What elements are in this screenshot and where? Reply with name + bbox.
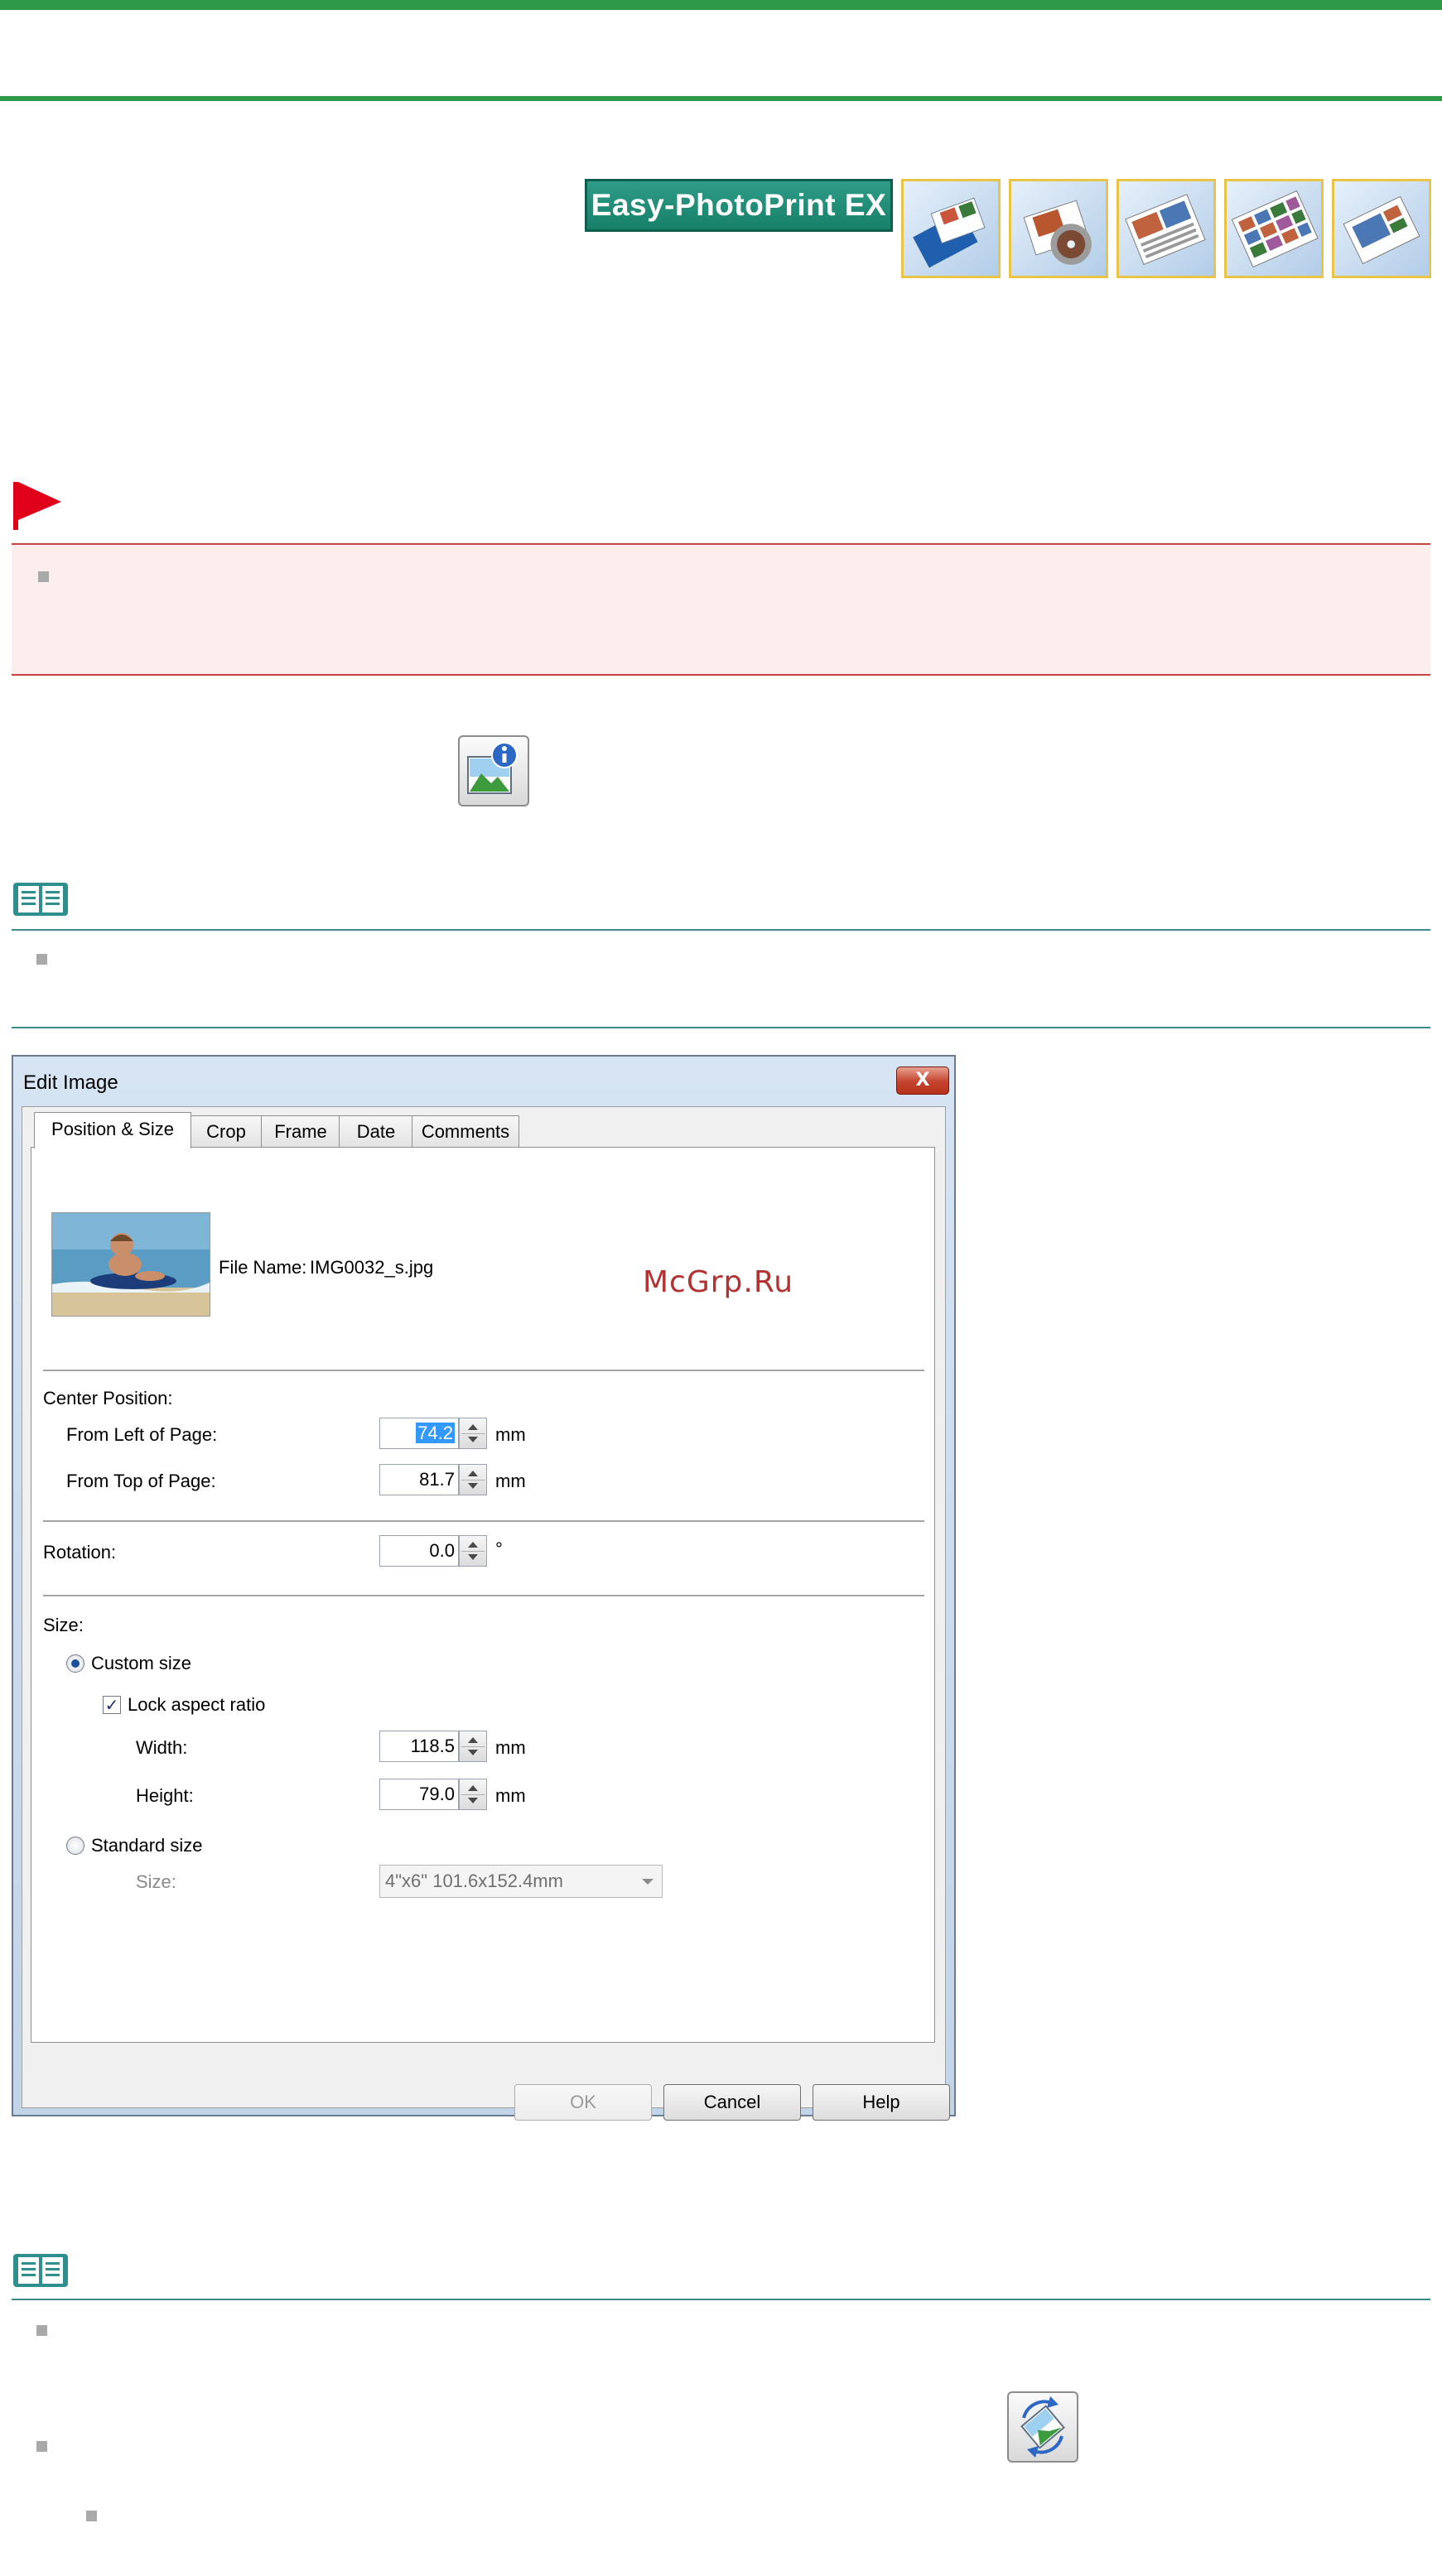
- rotate-icon: [1007, 2391, 1078, 2463]
- stickers-thumbnail: [1224, 179, 1324, 278]
- easy-photoprint-logo: Easy-PhotoPrint EX: [585, 179, 893, 232]
- rotation-spinner[interactable]: [459, 1535, 487, 1567]
- note-rule-bottom: [12, 1027, 1430, 1028]
- custom-size-label: Custom size: [91, 1653, 192, 1673]
- tab-comments[interactable]: Comments: [412, 1115, 519, 1147]
- width-label: Width:: [136, 1737, 188, 1758]
- from-left-input[interactable]: 74.2: [379, 1418, 459, 1449]
- tab-frame[interactable]: Frame: [261, 1115, 340, 1147]
- from-left-spinner[interactable]: [459, 1418, 487, 1449]
- disc-icon: [1023, 200, 1092, 265]
- standard-size-value: 4"x6" 101.6x152.4mm: [385, 1871, 563, 1891]
- note-rule-top: [12, 929, 1430, 931]
- from-top-label: From Top of Page:: [66, 1471, 216, 1491]
- height-input[interactable]: 79.0: [379, 1779, 459, 1810]
- from-top-spinner[interactable]: [459, 1464, 487, 1495]
- position-size-panel: File Name: IMG0032_s.jpg Center Position…: [31, 1147, 935, 2043]
- layout-print-icon: [1343, 195, 1420, 265]
- calendar-thumbnail: [1116, 179, 1216, 278]
- file-name-value: IMG0032_s.jpg: [310, 1257, 434, 1278]
- standard-size-radio[interactable]: [66, 1837, 84, 1855]
- height-value: 79.0: [419, 1784, 455, 1804]
- height-unit: mm: [495, 1785, 526, 1806]
- width-unit: mm: [495, 1737, 526, 1758]
- note2-rule-top: [12, 2299, 1430, 2300]
- tab-date[interactable]: Date: [339, 1115, 413, 1147]
- from-top-unit: mm: [495, 1471, 526, 1491]
- help-button[interactable]: Help: [813, 2084, 950, 2121]
- header-bottom-rule: [0, 96, 1442, 101]
- from-left-label: From Left of Page:: [66, 1424, 218, 1445]
- height-spinner[interactable]: [459, 1779, 487, 1810]
- rotation-input[interactable]: 0.0: [379, 1535, 459, 1567]
- from-top-input[interactable]: 81.7: [379, 1464, 459, 1495]
- height-label: Height:: [136, 1785, 194, 1806]
- watermark: McGrp.Ru: [643, 1265, 794, 1299]
- lock-aspect-checkbox[interactable]: ✓: [103, 1696, 121, 1714]
- dialog-title: Edit Image: [23, 1071, 118, 1094]
- standard-size-label: Standard size: [91, 1835, 203, 1856]
- width-value: 118.5: [410, 1736, 455, 1756]
- image-thumbnail: [51, 1212, 210, 1317]
- disc-label-thumbnail: [1009, 179, 1108, 278]
- cancel-button[interactable]: Cancel: [663, 2084, 801, 2121]
- rotation-unit: °: [495, 1538, 503, 1559]
- layout-print-thumbnail: [1332, 179, 1431, 278]
- separator-2: [43, 1520, 924, 1523]
- tab-position-size[interactable]: Position & Size: [34, 1112, 191, 1148]
- from-left-unit: mm: [495, 1424, 526, 1445]
- important-flag-icon: [13, 482, 61, 530]
- rotation-label: Rotation:: [43, 1542, 117, 1562]
- note-book-icon-2: [13, 2254, 68, 2287]
- rotation-value: 0.0: [429, 1540, 455, 1561]
- width-spinner[interactable]: [459, 1731, 487, 1762]
- close-button[interactable]: X: [896, 1067, 949, 1095]
- note2-sub-bullet: [86, 2511, 97, 2521]
- separator-3: [43, 1595, 924, 1597]
- from-left-value: 74.2: [416, 1423, 455, 1443]
- note-book-icon: [13, 883, 68, 916]
- header-top-rule: [0, 0, 1442, 10]
- important-box: [12, 543, 1430, 676]
- size-heading: Size:: [43, 1615, 84, 1635]
- edit-image-dialog: Edit Image X Position & Size Crop Frame …: [12, 1055, 956, 2121]
- center-position-heading: Center Position:: [43, 1388, 173, 1408]
- file-name-label: File Name:: [219, 1257, 307, 1278]
- note-bullet: [36, 954, 47, 965]
- dialog-body: Position & Size Crop Frame Date Comments: [22, 1106, 950, 2121]
- dropdown-arrow-icon: [642, 1879, 653, 1885]
- album-thumbnail: [901, 179, 1001, 278]
- album-icon: [913, 197, 986, 268]
- separator-1: [43, 1370, 924, 1372]
- width-input[interactable]: 118.5: [379, 1731, 459, 1762]
- from-top-value: 81.7: [419, 1469, 455, 1490]
- lock-aspect-label: Lock aspect ratio: [128, 1694, 266, 1715]
- stickers-icon: [1231, 190, 1319, 268]
- standard-size-select[interactable]: 4"x6" 101.6x152.4mm: [379, 1865, 663, 1898]
- custom-size-radio[interactable]: [66, 1654, 84, 1673]
- ok-button[interactable]: OK: [514, 2084, 652, 2121]
- standard-size-field-label: Size:: [136, 1871, 176, 1892]
- image-info-icon: [458, 735, 529, 807]
- note2-bullet-2: [36, 2441, 47, 2452]
- note2-bullet-1: [36, 2325, 47, 2336]
- tab-crop[interactable]: Crop: [190, 1115, 263, 1147]
- calendar-icon: [1125, 194, 1206, 266]
- important-bullet: [38, 571, 49, 582]
